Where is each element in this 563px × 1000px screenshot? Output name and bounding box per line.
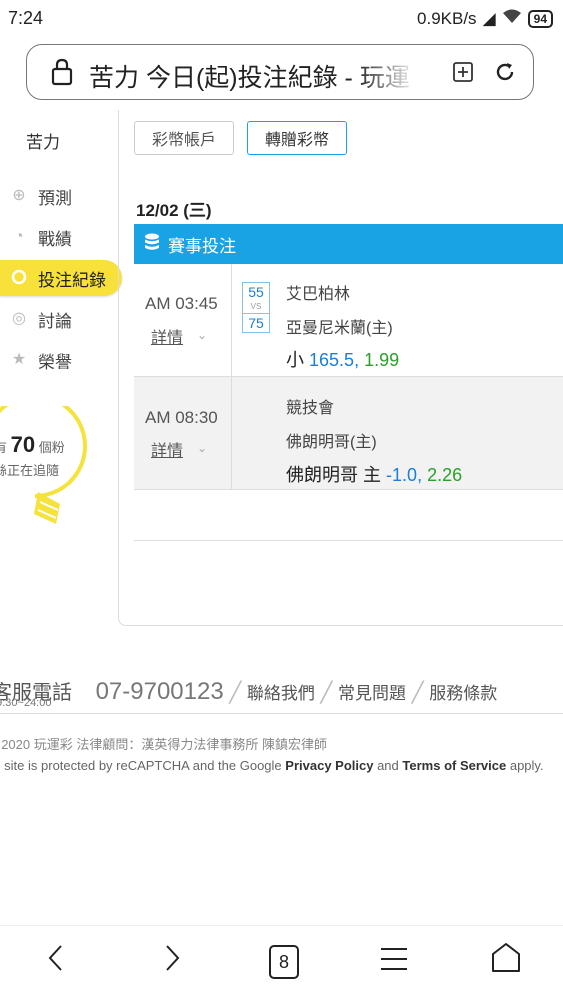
- tab-count: 8: [269, 945, 299, 979]
- sidebar-item-honor[interactable]: ★ 榮譽: [0, 342, 120, 378]
- empty-row: [134, 490, 563, 541]
- chat-icon: ◎: [12, 310, 26, 327]
- back-button[interactable]: [34, 940, 78, 984]
- network-speed: 0.9KB/s: [417, 8, 477, 28]
- bet-row: AM 08:30 詳情 ⌄ 競技會 佛朗明哥(主) 佛朗明哥 主 -1.0, 2…: [134, 377, 563, 490]
- away-team: 競技會: [286, 400, 335, 417]
- score-vs: VS: [242, 302, 270, 313]
- sidebar-item-record[interactable]: ◔ 戰績: [0, 219, 120, 255]
- copyright: © 2020 玩運彩 法律顧問：漢英得力法律事務所 陳鎮宏律師: [0, 737, 327, 752]
- status-icons: 0.9KB/s ◢ 94: [417, 8, 553, 29]
- home-icon: [489, 941, 523, 983]
- bet-row: AM 03:45 詳情 ⌄ 55 VS 75 艾巴柏林 亞曼尼米蘭(主) 小 1…: [134, 264, 563, 377]
- recaptcha-notice: This site is protected by reCAPTCHA and …: [0, 758, 544, 773]
- chevron-right-icon: [162, 943, 182, 981]
- footer-contact: 客服電話 07-9700123 ╱ 聯絡我們 ╱ 常見問題 ╱ 服務條款: [0, 676, 497, 706]
- detail-link[interactable]: 詳情: [151, 437, 183, 461]
- transfer-coin-button[interactable]: 轉贈彩幣: [247, 121, 347, 155]
- link-terms[interactable]: 服務條款: [429, 684, 497, 703]
- chevron-down-icon: ⌄: [197, 328, 208, 342]
- sidebar: 苦力 ⊕ 預測 ◔ 戰績 投注紀錄 ◎ 討論 ★ 榮譽 有 70 個粉 絲正在追…: [0, 110, 122, 630]
- service-phone[interactable]: 07-9700123: [96, 678, 224, 705]
- database-icon: [144, 233, 160, 256]
- footer-divider: [0, 713, 563, 714]
- menu-button[interactable]: [372, 940, 416, 984]
- score-home: 75: [242, 313, 270, 333]
- sidebar-header: 苦力: [26, 133, 60, 152]
- detail-link[interactable]: 詳情: [151, 324, 183, 348]
- circle-icon: [10, 269, 28, 287]
- section-title: 賽事投注: [168, 236, 236, 256]
- signal-icon: ◢: [482, 8, 496, 28]
- tabs-button[interactable]: 8: [262, 940, 306, 984]
- bet-time: AM 03:45: [145, 294, 218, 313]
- lock-icon: [51, 58, 73, 91]
- terms-link[interactable]: Terms of Service: [402, 758, 506, 773]
- bet-date: 12/02 (三): [136, 201, 212, 220]
- privacy-link[interactable]: Privacy Policy: [285, 758, 373, 773]
- status-time: 7:24: [8, 8, 44, 28]
- home-button[interactable]: [484, 940, 528, 984]
- add-bookmark-icon[interactable]: [451, 60, 475, 89]
- battery-icon: 94: [527, 9, 553, 28]
- sidebar-item-bet-history[interactable]: 投注紀錄: [0, 260, 120, 296]
- fans-following: 絲正在追隨: [0, 463, 60, 478]
- reload-icon[interactable]: [493, 60, 517, 89]
- chevron-left-icon: [46, 943, 66, 981]
- chevron-down-icon: ⌄: [197, 441, 208, 455]
- status-bar: 7:24 0.9KB/s ◢ 94: [0, 0, 563, 36]
- bet-pick: 小 165.5, 1.99: [286, 350, 400, 370]
- coin-account-button[interactable]: 彩幣帳戶: [134, 121, 234, 155]
- service-hours: 09:30~24:00: [0, 697, 52, 709]
- chart-icon: ◔: [14, 228, 24, 245]
- menu-icon: [379, 945, 409, 979]
- sidebar-item-discuss[interactable]: ◎ 討論: [0, 301, 120, 337]
- away-team: 艾巴柏林: [286, 286, 351, 303]
- target-icon: ⊕: [12, 187, 26, 204]
- forward-button[interactable]: [150, 940, 194, 984]
- link-faq[interactable]: 常見問題: [338, 684, 406, 703]
- link-contact[interactable]: 聯絡我們: [247, 684, 315, 703]
- section-header: 賽事投注: [134, 224, 563, 264]
- home-team: 佛朗明哥(主): [286, 434, 377, 451]
- score-away: 55: [242, 282, 270, 302]
- medal-icon: ★: [11, 351, 27, 368]
- home-team: 亞曼尼米蘭(主): [286, 320, 393, 337]
- address-bar[interactable]: 苦力 今日(起)投注紀錄 - 玩運彩: [26, 44, 534, 100]
- fans-count: 70: [10, 432, 36, 457]
- sidebar-item-predict[interactable]: ⊕ 預測: [0, 178, 120, 214]
- fans-line: 有 70 個粉: [0, 432, 65, 457]
- wifi-icon: [502, 8, 522, 29]
- bet-time: AM 08:30: [145, 408, 218, 427]
- bet-pick: 佛朗明哥 主 -1.0, 2.26: [286, 465, 463, 485]
